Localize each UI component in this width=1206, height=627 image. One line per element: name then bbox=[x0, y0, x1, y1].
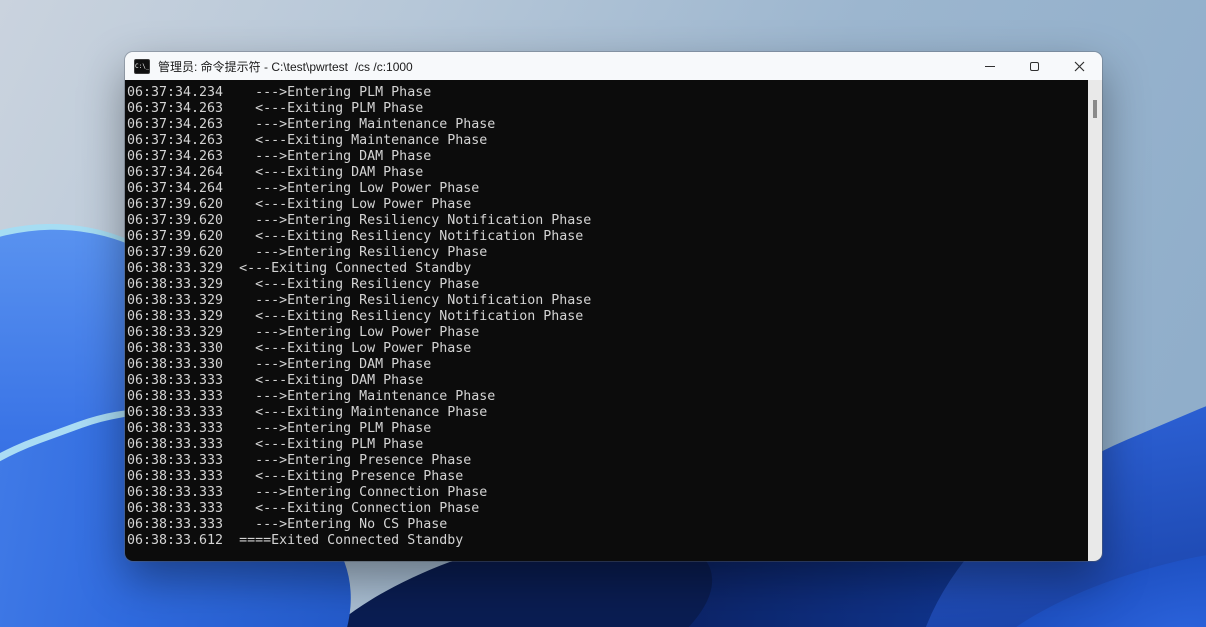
console-line: 06:37:34.263 <---Exiting Maintenance Pha… bbox=[127, 133, 1088, 149]
console-line: 06:38:33.329 <---Exiting Resiliency Phas… bbox=[127, 277, 1088, 293]
console-line: 06:38:33.330 --->Entering DAM Phase bbox=[127, 357, 1088, 373]
console-line: 06:37:34.263 --->Entering DAM Phase bbox=[127, 149, 1088, 165]
maximize-button[interactable] bbox=[1012, 52, 1057, 80]
console-line: 06:38:33.333 --->Entering Presence Phase bbox=[127, 453, 1088, 469]
console-line: 06:38:33.333 <---Exiting DAM Phase bbox=[127, 373, 1088, 389]
window-controls bbox=[967, 52, 1102, 80]
console-output[interactable]: 06:37:34.234 --->Entering PLM Phase06:37… bbox=[125, 80, 1088, 561]
close-icon bbox=[1074, 61, 1085, 72]
minimize-icon bbox=[985, 66, 995, 67]
console-line: 06:38:33.329 --->Entering Resiliency Not… bbox=[127, 293, 1088, 309]
console-line: 06:37:34.234 --->Entering PLM Phase bbox=[127, 85, 1088, 101]
console-line: 06:37:34.264 <---Exiting DAM Phase bbox=[127, 165, 1088, 181]
cmd-app-icon: C:\_ bbox=[134, 59, 150, 74]
console-line: 06:38:33.333 <---Exiting PLM Phase bbox=[127, 437, 1088, 453]
console-scrollbar[interactable] bbox=[1088, 80, 1102, 561]
console-line: 06:38:33.333 <---Exiting Maintenance Pha… bbox=[127, 405, 1088, 421]
console-line: 06:37:39.620 --->Entering Resiliency Not… bbox=[127, 213, 1088, 229]
console-line: 06:37:39.620 <---Exiting Low Power Phase bbox=[127, 197, 1088, 213]
console-line: 06:37:34.264 --->Entering Low Power Phas… bbox=[127, 181, 1088, 197]
console-scrollbar-thumb[interactable] bbox=[1093, 100, 1097, 118]
console-line: 06:38:33.329 <---Exiting Connected Stand… bbox=[127, 261, 1088, 277]
console-line: 06:38:33.329 <---Exiting Resiliency Noti… bbox=[127, 309, 1088, 325]
command-prompt-window: C:\_ 管理员: 命令提示符 - C:\test\pwrtest /cs /c… bbox=[125, 52, 1102, 561]
console-line: 06:38:33.329 --->Entering Low Power Phas… bbox=[127, 325, 1088, 341]
window-titlebar[interactable]: C:\_ 管理员: 命令提示符 - C:\test\pwrtest /cs /c… bbox=[125, 52, 1102, 80]
console-line: 06:38:33.612 ====Exited Connected Standb… bbox=[127, 533, 1088, 549]
console-line: 06:37:34.263 --->Entering Maintenance Ph… bbox=[127, 117, 1088, 133]
close-button[interactable] bbox=[1057, 52, 1102, 80]
console-line: 06:38:33.333 --->Entering No CS Phase bbox=[127, 517, 1088, 533]
console-line: 06:38:33.333 --->Entering PLM Phase bbox=[127, 421, 1088, 437]
window-title: 管理员: 命令提示符 - C:\test\pwrtest /cs /c:1000 bbox=[158, 58, 967, 75]
minimize-button[interactable] bbox=[967, 52, 1012, 80]
console-line: 06:38:33.333 <---Exiting Connection Phas… bbox=[127, 501, 1088, 517]
console-line: 06:37:39.620 --->Entering Resiliency Pha… bbox=[127, 245, 1088, 261]
console-line: 06:38:33.333 <---Exiting Presence Phase bbox=[127, 469, 1088, 485]
console-line: 06:38:33.330 <---Exiting Low Power Phase bbox=[127, 341, 1088, 357]
console-line: 06:38:33.333 --->Entering Connection Pha… bbox=[127, 485, 1088, 501]
console-line: 06:37:39.620 <---Exiting Resiliency Noti… bbox=[127, 229, 1088, 245]
console-line: 06:37:34.263 <---Exiting PLM Phase bbox=[127, 101, 1088, 117]
console-area[interactable]: 06:37:34.234 --->Entering PLM Phase06:37… bbox=[125, 80, 1102, 561]
maximize-icon bbox=[1030, 62, 1039, 71]
console-line: 06:38:33.333 --->Entering Maintenance Ph… bbox=[127, 389, 1088, 405]
